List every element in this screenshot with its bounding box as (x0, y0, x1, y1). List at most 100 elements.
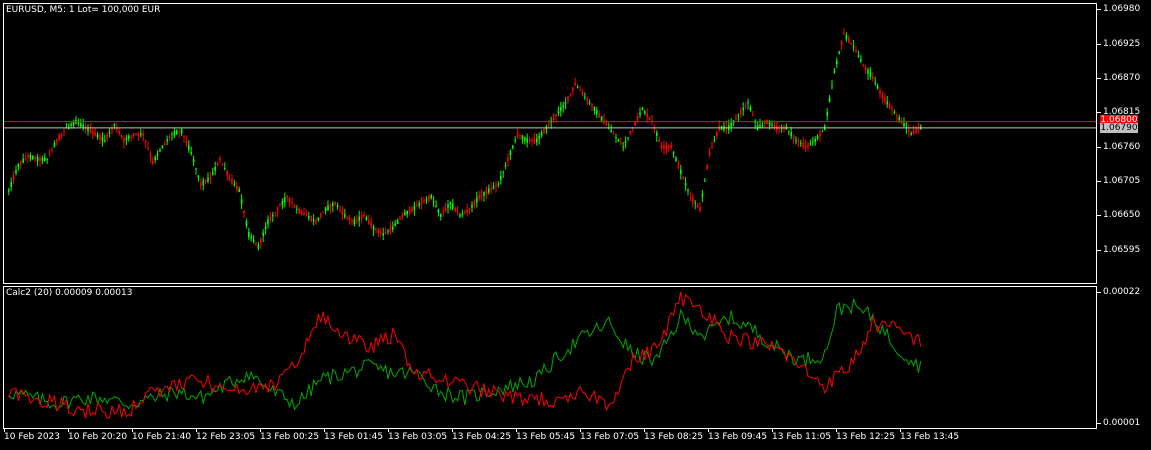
price-axis-label: 1.06705 (1103, 176, 1141, 186)
bear-candle (231, 179, 233, 184)
time-axis[interactable]: 10 Feb 2023 10 Feb 20:20 10 Feb 21:40 12… (3, 429, 1097, 450)
bear-candle (348, 217, 351, 220)
bear-candle (48, 154, 51, 156)
bear-candle (658, 139, 660, 141)
bear-candle (495, 185, 497, 187)
bull-candle (32, 156, 34, 160)
bull-candle (324, 207, 327, 212)
bear-candle (528, 139, 531, 142)
bear-candle (27, 154, 29, 158)
bull-candle (425, 199, 428, 201)
bull-candle (617, 139, 620, 142)
bull-candle (161, 145, 164, 149)
bull-candle (524, 137, 526, 141)
bear-candle (120, 135, 123, 138)
bear-candle (94, 133, 96, 136)
bear-candle (884, 97, 886, 103)
bull-candle (344, 214, 346, 217)
indicator-label: Calc2 (20) 0.00009 0.00013 (6, 288, 133, 298)
bear-candle (574, 82, 576, 86)
bull-candle (437, 209, 440, 213)
bull-candle (771, 124, 773, 126)
bull-candle (521, 135, 524, 140)
bear-candle (850, 42, 852, 45)
bull-candle (432, 201, 435, 203)
bear-candle (168, 136, 171, 139)
bull-candle (435, 205, 437, 207)
bull-candle (96, 134, 99, 138)
bear-candle (670, 145, 672, 149)
bull-candle (250, 236, 252, 239)
bear-candle (276, 207, 279, 212)
bull-candle (512, 145, 514, 148)
bear-candle (428, 195, 430, 201)
bull-candle (171, 133, 173, 135)
bear-candle (216, 162, 219, 166)
bull-candle (476, 197, 478, 203)
indicator-chart[interactable] (4, 287, 1096, 428)
bear-candle (384, 231, 387, 234)
bull-candle (166, 139, 168, 142)
bull-candle (452, 203, 454, 209)
bear-candle (221, 163, 224, 165)
bull-candle (836, 60, 838, 64)
bear-candle (612, 134, 615, 136)
bear-candle (473, 200, 476, 206)
bear-candle (137, 132, 140, 137)
bull-candle (173, 131, 176, 136)
bear-candle (744, 105, 747, 107)
bull-candle (284, 197, 286, 203)
bear-candle (807, 143, 809, 147)
bull-candle (833, 70, 836, 73)
bull-candle (272, 214, 274, 217)
bear-candle (341, 210, 344, 215)
bear-candle (142, 132, 144, 136)
bear-candle (260, 238, 262, 244)
bull-candle (257, 245, 260, 249)
bear-candle (305, 215, 308, 217)
price-chart-pane[interactable]: EURUSD, M5: 1 Lot= 100,000 EUR (3, 3, 1097, 284)
bull-candle (140, 133, 142, 136)
indicator-axis[interactable]: 0.00022 0.00001 (1097, 286, 1151, 429)
bear-candle (548, 124, 550, 126)
candlestick-chart[interactable] (4, 4, 1096, 283)
bear-candle (848, 37, 850, 43)
bull-candle (596, 110, 598, 115)
bull-candle (382, 233, 384, 236)
bull-candle (418, 203, 420, 207)
indicator-pane[interactable]: Calc2 (20) 0.00009 0.00013 (3, 286, 1097, 429)
bear-candle (152, 161, 154, 164)
bull-candle (903, 122, 905, 127)
bull-candle (197, 175, 200, 178)
bear-candle (682, 177, 684, 179)
bull-candle (68, 126, 70, 128)
bull-candle (108, 131, 111, 134)
bull-candle (459, 214, 461, 217)
bear-candle (552, 117, 555, 120)
bull-candle (509, 150, 512, 156)
bear-candle (329, 203, 332, 209)
bull-candle (488, 188, 490, 193)
bear-candle (274, 212, 276, 214)
time-axis-label: 13 Feb 11:05 (772, 432, 832, 442)
bull-candle (876, 85, 879, 89)
time-axis-label: 13 Feb 03:05 (388, 432, 448, 442)
bear-candle (178, 131, 180, 133)
price-axis-tick (1097, 44, 1101, 45)
price-axis[interactable]: 1.06980 1.06925 1.06870 1.06815 1.06760 … (1097, 3, 1151, 284)
bull-candle (15, 170, 17, 174)
bear-candle (320, 214, 322, 217)
bull-candle (576, 87, 579, 89)
bull-candle (156, 153, 159, 156)
time-axis-label: 12 Feb 23:05 (196, 432, 256, 442)
bull-candle (154, 156, 156, 161)
bull-candle (886, 101, 888, 105)
time-axis-label: 13 Feb 07:05 (580, 432, 640, 442)
bull-candle (504, 164, 507, 167)
bear-candle (507, 157, 509, 162)
bull-candle (430, 195, 432, 199)
bull-candle (747, 102, 749, 104)
bear-candle (689, 196, 692, 198)
bull-candle (821, 131, 824, 133)
bull-candle (852, 46, 855, 48)
